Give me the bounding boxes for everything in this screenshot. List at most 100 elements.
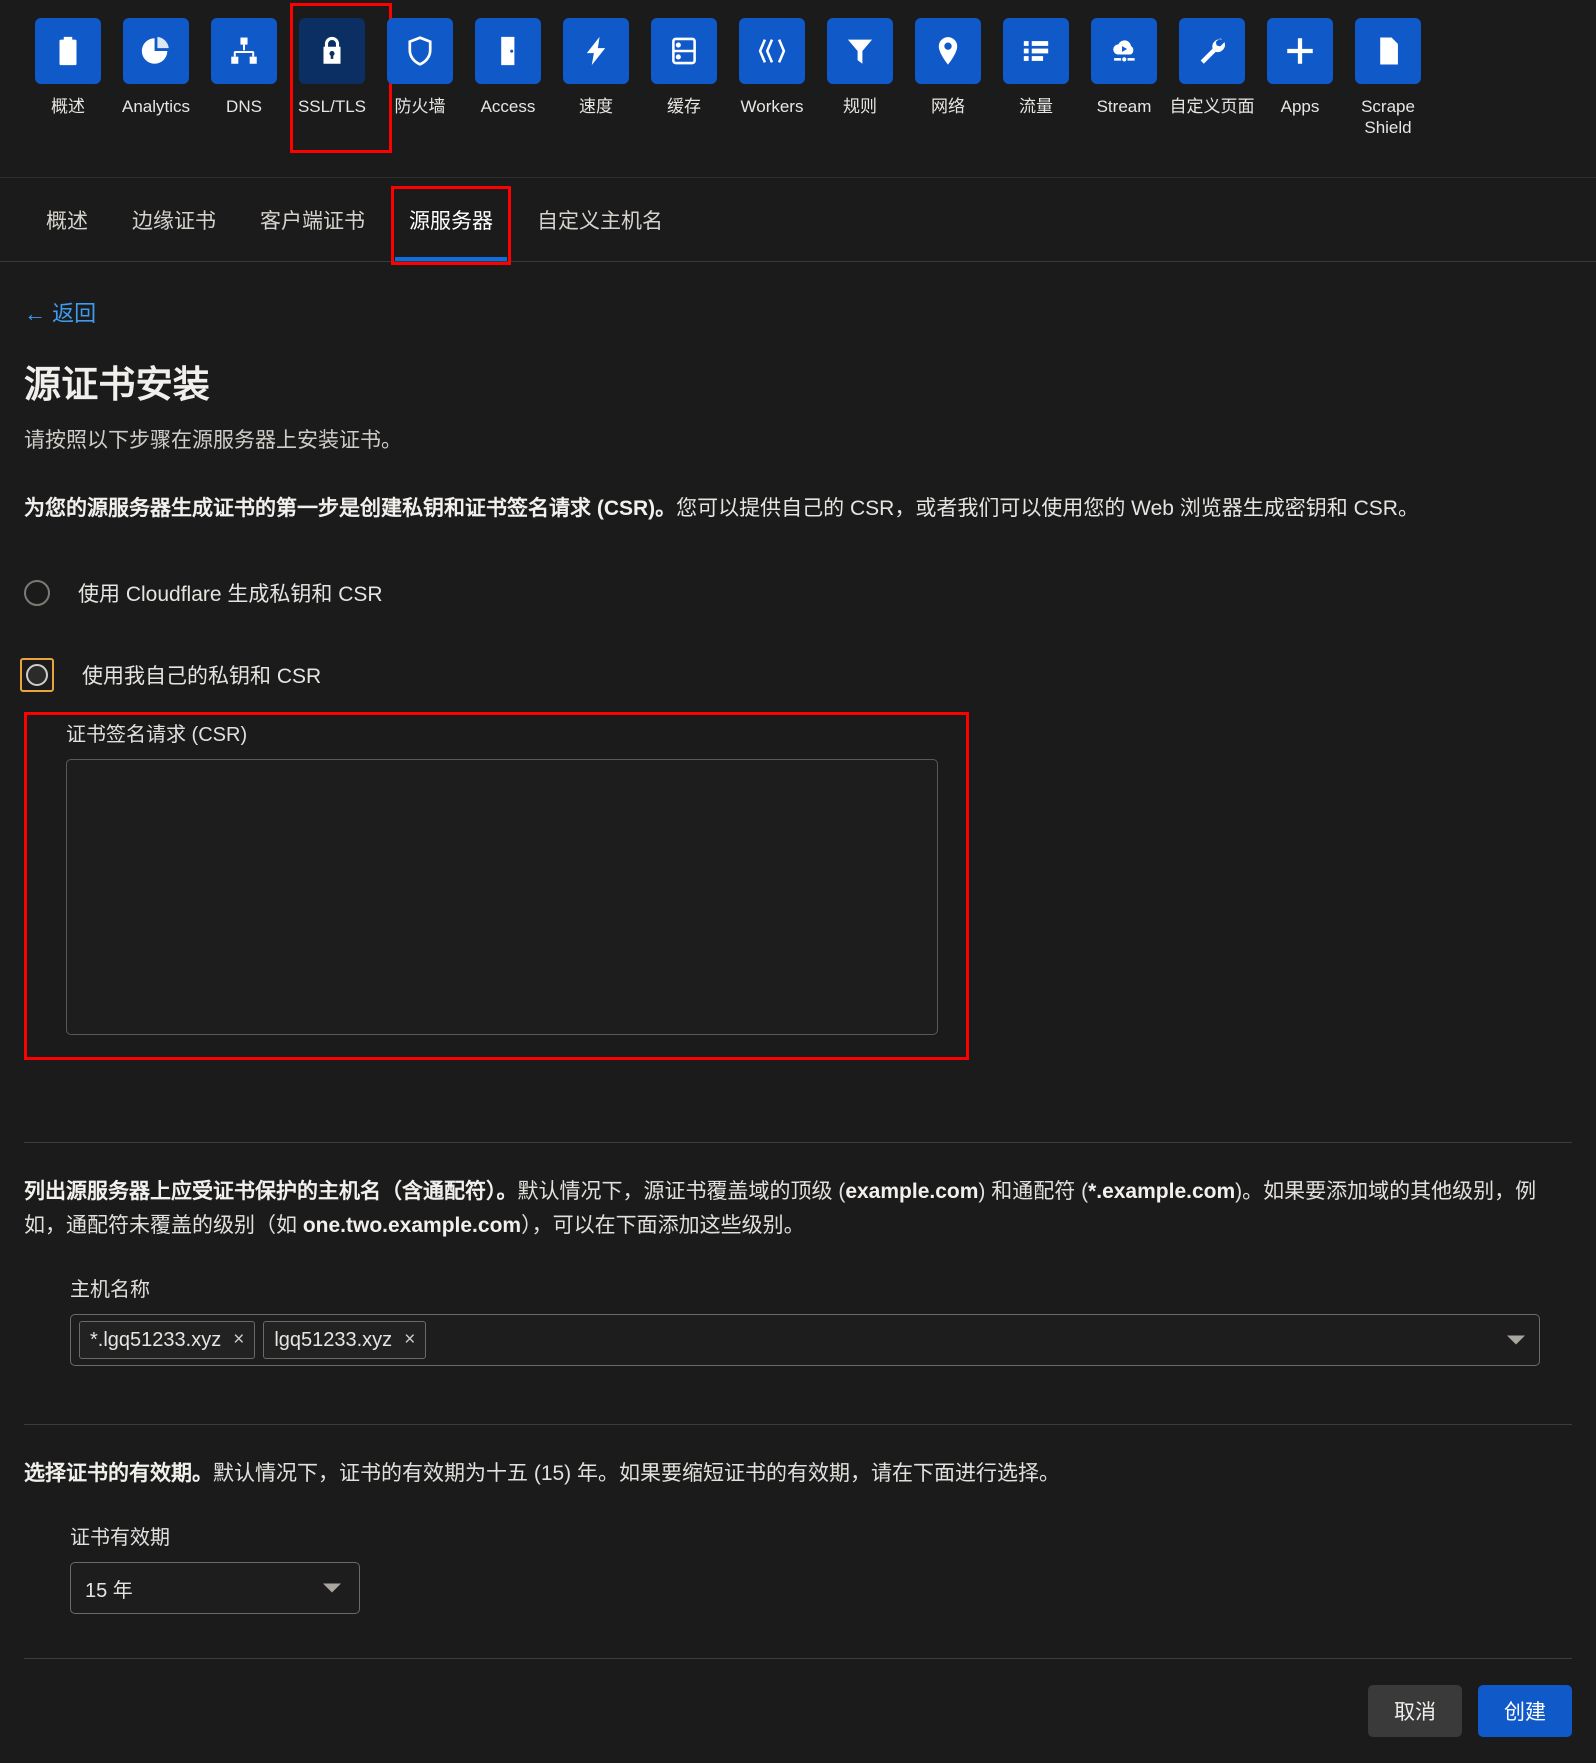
csr-intro-bold: 为您的源服务器生成证书的第一步是创建私钥和证书签名请求 (CSR)。 (24, 497, 677, 520)
nav-item-stream[interactable]: Stream (1080, 18, 1168, 117)
tab-custom-hostnames[interactable]: 自定义主机名 (515, 178, 685, 261)
hostnames-field-group: 主机名称 *.lgq51233.xyz × lgq51233.xyz × (70, 1273, 1572, 1367)
radio-label: 使用我自己的私钥和 CSR (82, 665, 322, 689)
hostnames-example-2: *.example.com (1088, 1180, 1236, 1204)
section-divider-1 (24, 1142, 1572, 1144)
lock-icon (299, 18, 365, 84)
nav-label: 网络 (931, 97, 965, 116)
funnel-icon (827, 18, 893, 84)
validity-field-group: 证书有效期 15 年 (70, 1521, 1572, 1615)
hostnames-example-1: example.com (845, 1180, 979, 1204)
validity-desc-bold: 选择证书的有效期。 (24, 1462, 213, 1486)
radio-circle-icon (26, 664, 48, 687)
nav-item-custom-pages[interactable]: 自定义页面 (1168, 18, 1256, 117)
hostnames-description: 列出源服务器上应受证书保护的主机名（含通配符）。默认情况下，源证书覆盖域的顶级 … (24, 1175, 1554, 1243)
nav-label: 速度 (579, 97, 613, 116)
radio-focus-ring[interactable] (20, 658, 54, 693)
page-title: 源证书安装 (24, 364, 210, 405)
map-pin-icon (915, 18, 981, 84)
nav-item-apps[interactable]: Apps (1256, 18, 1344, 117)
nav-item-firewall[interactable]: 防火墙 (376, 18, 464, 117)
nav-item-dns[interactable]: DNS (200, 18, 288, 117)
pie-chart-icon (123, 18, 189, 84)
main-content: ← 返回 源证书安装 请按照以下步骤在源服务器上安装证书。 为您的源服务器生成证… (0, 262, 1596, 1763)
validity-description: 选择证书的有效期。默认情况下，证书的有效期为十五 (15) 年。如果要缩短证书的… (24, 1457, 1554, 1491)
nav-label: 概述 (51, 97, 85, 116)
create-button[interactable]: 创建 (1478, 1685, 1572, 1738)
csr-field-label: 证书签名请求 (CSR) (66, 724, 248, 747)
server-stack-icon (651, 18, 717, 84)
chevron-down-icon[interactable] (323, 1583, 341, 1593)
wrench-icon (1179, 18, 1245, 84)
stream-cloud-play-icon (1091, 18, 1157, 84)
hostname-tag[interactable]: *.lgq51233.xyz × (79, 1321, 256, 1360)
nav-label: DNS (226, 97, 262, 116)
nav-label: Workers (740, 97, 804, 116)
tab-label: 源服务器 (409, 209, 493, 233)
nav-item-overview[interactable]: 概述 (24, 18, 112, 117)
nav-item-analytics[interactable]: Analytics (112, 18, 200, 117)
nav-label: 规则 (843, 97, 877, 116)
hostname-tag[interactable]: lgq51233.xyz × (263, 1321, 427, 1360)
radio-circle-icon[interactable] (24, 580, 50, 607)
hostnames-desc-bold: 列出源服务器上应受证书保护的主机名（含通配符）。 (24, 1180, 518, 1204)
nav-item-scrape-shield[interactable]: Scrape Shield (1344, 18, 1432, 139)
nav-item-workers[interactable]: Workers (728, 18, 816, 117)
back-link[interactable]: ← 返回 (24, 296, 96, 328)
validity-selected-value: 15 年 (85, 1579, 133, 1602)
validity-select[interactable]: 15 年 (70, 1562, 360, 1615)
radio-option-cloudflare-generated[interactable]: 使用 Cloudflare 生成私钥和 CSR (24, 578, 1572, 608)
form-footer: 取消 创建 (24, 1658, 1572, 1763)
nav-label: Access (480, 97, 536, 116)
nav-item-traffic[interactable]: 流量 (992, 18, 1080, 117)
hostnames-example-3: one.two.example.com (302, 1214, 522, 1238)
nav-item-speed[interactable]: 速度 (552, 18, 640, 117)
tab-label: 客户端证书 (260, 209, 365, 233)
nav-label: Scrape Shield (1361, 97, 1415, 138)
nav-item-network[interactable]: 网络 (904, 18, 992, 117)
nav-label: 缓存 (667, 97, 701, 116)
radio-label: 使用 Cloudflare 生成私钥和 CSR (78, 583, 383, 607)
plus-icon (1267, 18, 1333, 84)
lightning-bolt-icon (563, 18, 629, 84)
nav-item-rules[interactable]: 规则 (816, 18, 904, 117)
hostname-tag-label: *.lgq51233.xyz (90, 1328, 222, 1351)
door-icon (475, 18, 541, 84)
csr-intro-paragraph: 为您的源服务器生成证书的第一步是创建私钥和证书签名请求 (CSR)。您可以提供自… (24, 492, 1524, 526)
validity-desc-rest: 默认情况下，证书的有效期为十五 (15) 年。如果要缩短证书的有效期，请在下面进… (213, 1462, 1061, 1486)
nav-label: Stream (1096, 97, 1152, 116)
hostnames-field-label: 主机名称 (70, 1279, 150, 1302)
nav-label: 流量 (1019, 97, 1053, 116)
primary-navigation: 概述 Analytics DNS SSL/TLS 防火墙 Access 速度 缓… (0, 0, 1596, 178)
hostname-tag-label: lgq51233.xyz (274, 1328, 393, 1351)
radio-option-own-key[interactable]: 使用我自己的私钥和 CSR (20, 658, 1572, 693)
hostnames-desc-4: ），可以在下面添加这些级别。 (521, 1214, 805, 1238)
hostnames-desc-1: 默认情况下，源证书覆盖域的顶级 ( (517, 1180, 846, 1204)
cancel-button[interactable]: 取消 (1368, 1685, 1462, 1738)
nav-label: Apps (1280, 97, 1320, 116)
validity-field-label: 证书有效期 (70, 1527, 170, 1550)
section-divider-2 (24, 1424, 1572, 1426)
hostnames-desc-2: ) 和通配符 ( (978, 1180, 1089, 1204)
tab-label: 概述 (46, 209, 88, 233)
nav-item-cache[interactable]: 缓存 (640, 18, 728, 117)
nav-label: 防火墙 (394, 97, 446, 116)
tab-active-underline (395, 257, 507, 261)
tab-client-certificates[interactable]: 客户端证书 (238, 178, 387, 261)
tab-origin-server[interactable]: 源服务器 (387, 178, 515, 265)
nav-label: 自定义页面 (1169, 97, 1255, 116)
back-link-label: ← 返回 (24, 301, 97, 326)
nav-label: Analytics (121, 97, 191, 116)
nav-item-ssl-tls[interactable]: SSL/TLS (288, 2, 392, 154)
csr-input[interactable] (66, 759, 938, 1036)
tab-overview[interactable]: 概述 (24, 178, 110, 261)
page-subtitle: 请按照以下步骤在源服务器上安装证书。 (24, 429, 402, 452)
document-icon (1355, 18, 1421, 84)
chevron-down-icon[interactable] (1507, 1335, 1525, 1345)
nav-item-access[interactable]: Access (464, 18, 552, 117)
close-icon[interactable]: × (233, 1329, 244, 1351)
close-icon[interactable]: × (404, 1329, 415, 1351)
hostnames-input[interactable]: *.lgq51233.xyz × lgq51233.xyz × (70, 1314, 1540, 1367)
tab-edge-certificates[interactable]: 边缘证书 (110, 178, 238, 261)
clipboard-icon (35, 18, 101, 84)
